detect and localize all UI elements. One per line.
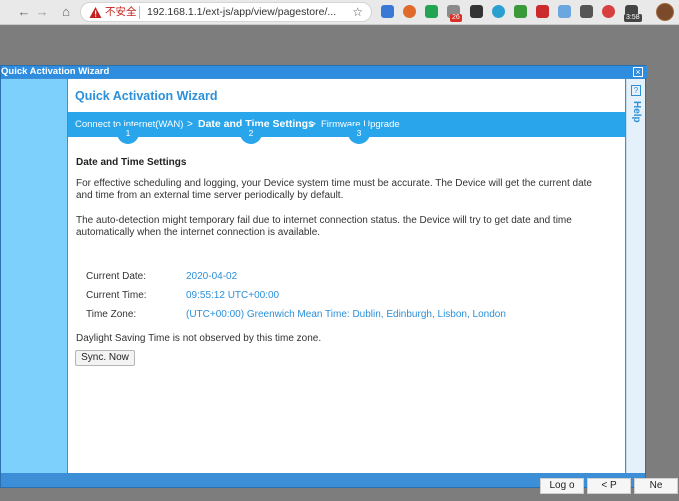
step-number-2: 2 <box>240 126 262 144</box>
bookmark-star-icon[interactable]: ☆ <box>352 5 363 19</box>
forward-icon[interactable]: → <box>34 4 50 20</box>
quick-activation-dialog: Quick Activation Wizard × Quick Activati… <box>0 65 678 494</box>
address-bar[interactable]: 不安全 192.168.1.1/ext-js/app/view/pagestor… <box>80 2 372 22</box>
logout-button[interactable]: Log o <box>540 478 584 494</box>
help-label[interactable]: Help <box>630 101 642 123</box>
address-divider <box>139 6 140 19</box>
chevron-right-icon: > <box>310 119 316 130</box>
avatar[interactable] <box>656 3 674 21</box>
wizard-panel: Quick Activation Wizard Connect to inter… <box>68 79 678 494</box>
extension-icon[interactable] <box>558 5 571 18</box>
extension-icon[interactable] <box>492 5 505 18</box>
pdf-extension-icon[interactable] <box>536 5 549 18</box>
extension-icon[interactable] <box>602 5 615 18</box>
dialog-sidebar <box>1 79 67 473</box>
time-zone-value[interactable]: (UTC+00:00) Greenwich Mean Time: Dublin,… <box>186 309 506 320</box>
clock-badge: 3:58 <box>624 14 642 22</box>
extension-icon[interactable] <box>470 5 483 18</box>
browser-toolbar: ← → C ⌂ 不安全 192.168.1.1/ext-js/app/view/… <box>0 0 679 25</box>
warning-icon <box>89 7 102 18</box>
previous-button[interactable]: < P <box>587 478 631 494</box>
back-icon[interactable]: ← <box>16 4 32 20</box>
current-time-value: 09:55:12 UTC+00:00 <box>186 290 280 301</box>
close-icon[interactable]: × <box>633 67 643 77</box>
next-button[interactable]: Ne <box>634 478 678 494</box>
url-text[interactable]: 192.168.1.1/ext-js/app/view/pagestore/..… <box>147 6 336 19</box>
sync-now-button[interactable]: Sync. Now <box>75 350 135 366</box>
help-panel[interactable]: ? Help <box>626 79 645 473</box>
description-paragraph: For effective scheduling and logging, yo… <box>76 178 592 201</box>
current-date-label: Current Date: <box>86 271 147 282</box>
translate-extension-icon[interactable] <box>381 5 394 18</box>
dialog-titlebar[interactable]: Quick Activation Wizard × <box>1 66 647 78</box>
time-zone-label: Time Zone: <box>86 309 137 320</box>
current-time-label: Current Time: <box>86 290 147 301</box>
extension-icon[interactable] <box>403 5 416 18</box>
help-icon[interactable]: ? <box>631 85 641 96</box>
dialog-title: Quick Activation Wizard <box>1 66 110 77</box>
section-title: Date and Time Settings <box>76 157 187 168</box>
step-number-1: 1 <box>117 126 139 144</box>
security-label[interactable]: 不安全 <box>105 6 137 19</box>
camera-extension-icon[interactable] <box>580 5 593 18</box>
wizard-title: Quick Activation Wizard <box>75 89 218 103</box>
extension-icon[interactable] <box>514 5 527 18</box>
current-date-value: 2020-04-02 <box>186 271 238 282</box>
chevron-right-icon: > <box>187 119 193 130</box>
dst-note: Daylight Saving Time is not observed by … <box>76 333 322 344</box>
step-number-3: 3 <box>348 126 370 144</box>
step-bar: Connect to internet(WAN) > Date and Time… <box>68 112 625 137</box>
home-icon[interactable]: ⌂ <box>58 4 74 20</box>
mail-count-badge: 26 <box>450 14 462 22</box>
extension-icon[interactable] <box>425 5 438 18</box>
description-paragraph: The auto-detection might temporary fail … <box>76 215 572 238</box>
